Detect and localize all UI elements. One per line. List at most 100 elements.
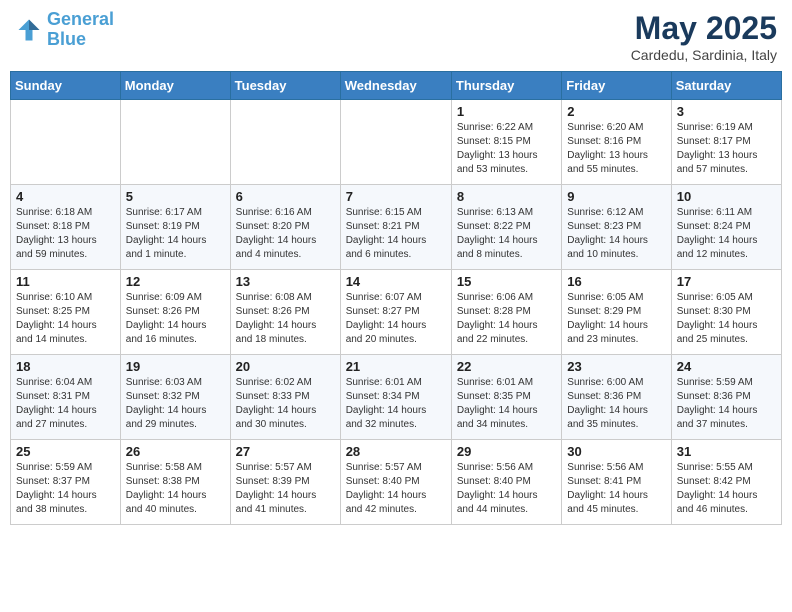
day-header-monday: Monday bbox=[120, 72, 230, 100]
day-info: Sunrise: 6:18 AM Sunset: 8:18 PM Dayligh… bbox=[16, 206, 115, 262]
day-info: Sunrise: 6:12 AM Sunset: 8:23 PM Dayligh… bbox=[567, 206, 665, 262]
day-info: Sunrise: 6:11 AM Sunset: 8:24 PM Dayligh… bbox=[677, 206, 776, 262]
day-info: Sunrise: 5:59 AM Sunset: 8:37 PM Dayligh… bbox=[16, 461, 115, 517]
day-info: Sunrise: 5:56 AM Sunset: 8:41 PM Dayligh… bbox=[567, 461, 665, 517]
logo-text: General Blue bbox=[47, 10, 114, 50]
day-header-row: SundayMondayTuesdayWednesdayThursdayFrid… bbox=[11, 72, 782, 100]
day-info: Sunrise: 6:01 AM Sunset: 8:34 PM Dayligh… bbox=[346, 376, 446, 432]
week-row-5: 25 Sunrise: 5:59 AM Sunset: 8:37 PM Dayli… bbox=[11, 440, 782, 525]
day-info: Sunrise: 6:05 AM Sunset: 8:29 PM Dayligh… bbox=[567, 291, 665, 347]
calendar-cell: 13 Sunrise: 6:08 AM Sunset: 8:26 PM Dayli… bbox=[230, 270, 340, 355]
day-info: Sunrise: 6:04 AM Sunset: 8:31 PM Dayligh… bbox=[16, 376, 115, 432]
day-number: 22 bbox=[457, 359, 556, 374]
day-header-saturday: Saturday bbox=[671, 72, 781, 100]
logo: General Blue bbox=[15, 10, 114, 50]
day-number: 24 bbox=[677, 359, 776, 374]
day-number: 2 bbox=[567, 104, 665, 119]
day-info: Sunrise: 6:08 AM Sunset: 8:26 PM Dayligh… bbox=[236, 291, 335, 347]
day-number: 21 bbox=[346, 359, 446, 374]
calendar-cell: 25 Sunrise: 5:59 AM Sunset: 8:37 PM Dayli… bbox=[11, 440, 121, 525]
week-row-3: 11 Sunrise: 6:10 AM Sunset: 8:25 PM Dayli… bbox=[11, 270, 782, 355]
day-number: 29 bbox=[457, 444, 556, 459]
location-title: Cardedu, Sardinia, Italy bbox=[631, 47, 777, 63]
calendar-cell: 21 Sunrise: 6:01 AM Sunset: 8:34 PM Dayli… bbox=[340, 355, 451, 440]
day-number: 30 bbox=[567, 444, 665, 459]
calendar-cell: 22 Sunrise: 6:01 AM Sunset: 8:35 PM Dayli… bbox=[451, 355, 561, 440]
day-info: Sunrise: 6:13 AM Sunset: 8:22 PM Dayligh… bbox=[457, 206, 556, 262]
calendar-cell: 7 Sunrise: 6:15 AM Sunset: 8:21 PM Daylig… bbox=[340, 185, 451, 270]
calendar-cell: 18 Sunrise: 6:04 AM Sunset: 8:31 PM Dayli… bbox=[11, 355, 121, 440]
day-info: Sunrise: 6:09 AM Sunset: 8:26 PM Dayligh… bbox=[126, 291, 225, 347]
title-block: May 2025 Cardedu, Sardinia, Italy bbox=[631, 10, 777, 63]
day-number: 8 bbox=[457, 189, 556, 204]
day-header-wednesday: Wednesday bbox=[340, 72, 451, 100]
day-header-tuesday: Tuesday bbox=[230, 72, 340, 100]
day-info: Sunrise: 5:55 AM Sunset: 8:42 PM Dayligh… bbox=[677, 461, 776, 517]
day-number: 27 bbox=[236, 444, 335, 459]
day-info: Sunrise: 6:19 AM Sunset: 8:17 PM Dayligh… bbox=[677, 121, 776, 177]
page-header: General Blue May 2025 Cardedu, Sardinia,… bbox=[10, 10, 782, 63]
week-row-2: 4 Sunrise: 6:18 AM Sunset: 8:18 PM Daylig… bbox=[11, 185, 782, 270]
day-info: Sunrise: 6:01 AM Sunset: 8:35 PM Dayligh… bbox=[457, 376, 556, 432]
calendar-cell: 5Sunrise: 6:17 AM Sunset: 8:19 PM Daylig… bbox=[120, 185, 230, 270]
calendar-cell bbox=[120, 100, 230, 185]
day-number: 7 bbox=[346, 189, 446, 204]
day-info: Sunrise: 6:03 AM Sunset: 8:32 PM Dayligh… bbox=[126, 376, 225, 432]
calendar-cell: 15Sunrise: 6:06 AM Sunset: 8:28 PM Dayli… bbox=[451, 270, 561, 355]
day-number: 19 bbox=[126, 359, 225, 374]
calendar-cell: 4 Sunrise: 6:18 AM Sunset: 8:18 PM Daylig… bbox=[11, 185, 121, 270]
day-header-sunday: Sunday bbox=[11, 72, 121, 100]
calendar-cell bbox=[230, 100, 340, 185]
day-number: 6 bbox=[236, 189, 335, 204]
calendar-cell: 19 Sunrise: 6:03 AM Sunset: 8:32 PM Dayli… bbox=[120, 355, 230, 440]
calendar-cell: 12 Sunrise: 6:09 AM Sunset: 8:26 PM Dayli… bbox=[120, 270, 230, 355]
day-number: 17 bbox=[677, 274, 776, 289]
calendar: SundayMondayTuesdayWednesdayThursdayFrid… bbox=[10, 71, 782, 525]
day-info: Sunrise: 6:02 AM Sunset: 8:33 PM Dayligh… bbox=[236, 376, 335, 432]
calendar-cell: 2 Sunrise: 6:20 AM Sunset: 8:16 PM Daylig… bbox=[562, 100, 671, 185]
day-number: 14 bbox=[346, 274, 446, 289]
day-number: 25 bbox=[16, 444, 115, 459]
calendar-cell: 3 Sunrise: 6:19 AM Sunset: 8:17 PM Daylig… bbox=[671, 100, 781, 185]
day-info: Sunrise: 5:58 AM Sunset: 8:38 PM Dayligh… bbox=[126, 461, 225, 517]
calendar-cell: 8 Sunrise: 6:13 AM Sunset: 8:22 PM Daylig… bbox=[451, 185, 561, 270]
calendar-cell: 11 Sunrise: 6:10 AM Sunset: 8:25 PM Dayli… bbox=[11, 270, 121, 355]
day-info: Sunrise: 6:22 AM Sunset: 8:15 PM Dayligh… bbox=[457, 121, 556, 177]
calendar-cell: 17 Sunrise: 6:05 AM Sunset: 8:30 PM Dayli… bbox=[671, 270, 781, 355]
day-number: 23 bbox=[567, 359, 665, 374]
day-info: Sunrise: 6:00 AM Sunset: 8:36 PM Dayligh… bbox=[567, 376, 665, 432]
day-number: 9 bbox=[567, 189, 665, 204]
logo-icon bbox=[15, 16, 43, 44]
day-info: Sunrise: 5:57 AM Sunset: 8:40 PM Dayligh… bbox=[346, 461, 446, 517]
calendar-cell: 30 Sunrise: 5:56 AM Sunset: 8:41 PM Dayli… bbox=[562, 440, 671, 525]
day-number: 15 bbox=[457, 274, 556, 289]
calendar-cell: 16Sunrise: 6:05 AM Sunset: 8:29 PM Dayli… bbox=[562, 270, 671, 355]
week-row-1: 1Sunrise: 6:22 AM Sunset: 8:15 PM Daylig… bbox=[11, 100, 782, 185]
day-info: Sunrise: 5:57 AM Sunset: 8:39 PM Dayligh… bbox=[236, 461, 335, 517]
day-number: 18 bbox=[16, 359, 115, 374]
day-number: 3 bbox=[677, 104, 776, 119]
calendar-cell bbox=[11, 100, 121, 185]
day-number: 13 bbox=[236, 274, 335, 289]
calendar-cell: 10Sunrise: 6:11 AM Sunset: 8:24 PM Dayli… bbox=[671, 185, 781, 270]
day-info: Sunrise: 5:56 AM Sunset: 8:40 PM Dayligh… bbox=[457, 461, 556, 517]
day-info: Sunrise: 6:20 AM Sunset: 8:16 PM Dayligh… bbox=[567, 121, 665, 177]
calendar-cell: 31Sunrise: 5:55 AM Sunset: 8:42 PM Dayli… bbox=[671, 440, 781, 525]
day-number: 11 bbox=[16, 274, 115, 289]
day-number: 5 bbox=[126, 189, 225, 204]
day-info: Sunrise: 6:10 AM Sunset: 8:25 PM Dayligh… bbox=[16, 291, 115, 347]
day-number: 12 bbox=[126, 274, 225, 289]
day-number: 4 bbox=[16, 189, 115, 204]
day-header-thursday: Thursday bbox=[451, 72, 561, 100]
day-number: 28 bbox=[346, 444, 446, 459]
day-info: Sunrise: 6:15 AM Sunset: 8:21 PM Dayligh… bbox=[346, 206, 446, 262]
calendar-cell: 6 Sunrise: 6:16 AM Sunset: 8:20 PM Daylig… bbox=[230, 185, 340, 270]
calendar-cell: 20Sunrise: 6:02 AM Sunset: 8:33 PM Dayli… bbox=[230, 355, 340, 440]
calendar-cell bbox=[340, 100, 451, 185]
calendar-cell: 23 Sunrise: 6:00 AM Sunset: 8:36 PM Dayli… bbox=[562, 355, 671, 440]
day-info: Sunrise: 6:05 AM Sunset: 8:30 PM Dayligh… bbox=[677, 291, 776, 347]
day-info: Sunrise: 6:16 AM Sunset: 8:20 PM Dayligh… bbox=[236, 206, 335, 262]
calendar-cell: 1Sunrise: 6:22 AM Sunset: 8:15 PM Daylig… bbox=[451, 100, 561, 185]
calendar-cell: 26Sunrise: 5:58 AM Sunset: 8:38 PM Dayli… bbox=[120, 440, 230, 525]
week-row-4: 18 Sunrise: 6:04 AM Sunset: 8:31 PM Dayli… bbox=[11, 355, 782, 440]
